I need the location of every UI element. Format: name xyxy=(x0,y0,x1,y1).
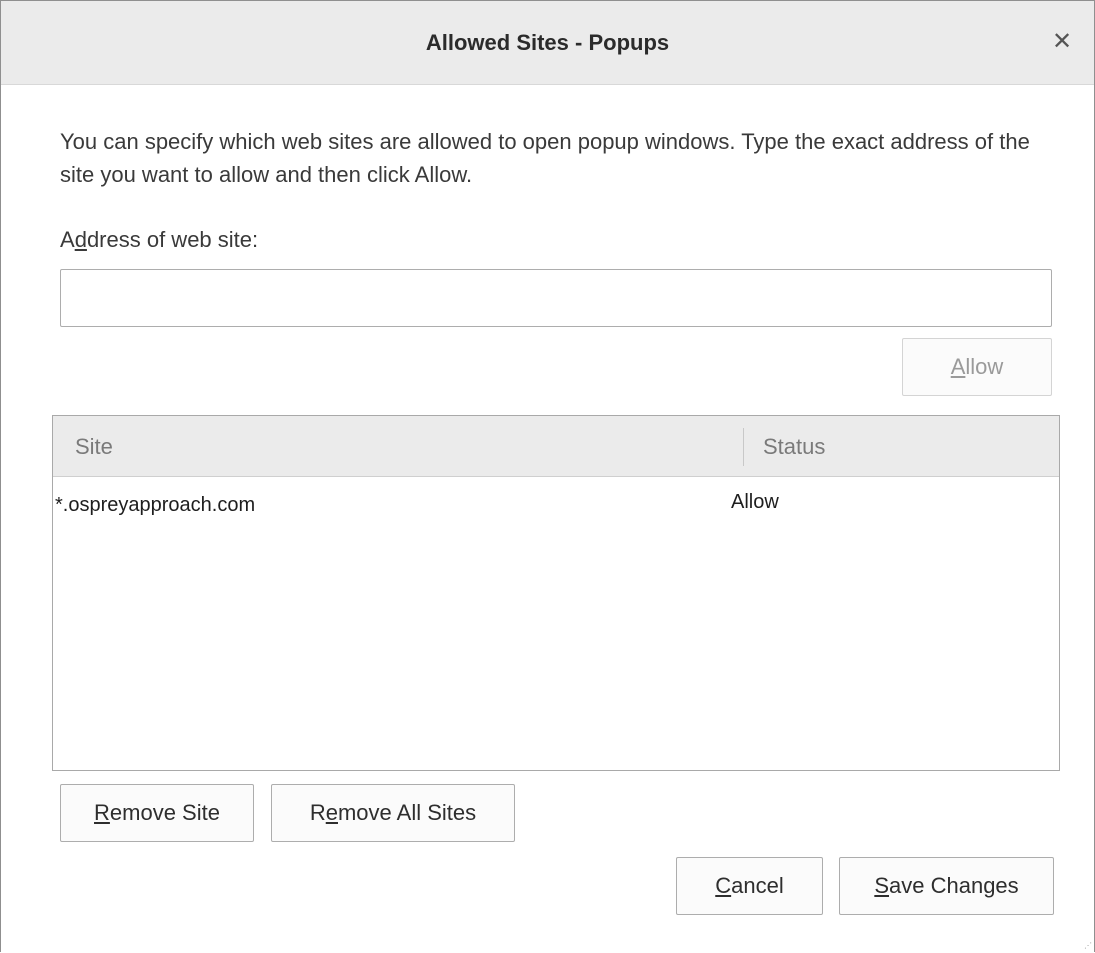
close-icon[interactable]: ✕ xyxy=(1044,23,1080,59)
save-changes-button[interactable]: Save Changes xyxy=(839,857,1054,915)
remove-site-label: emove Site xyxy=(109,800,220,825)
remove-all-label: move All Sites xyxy=(337,800,477,825)
allow-button-label: llow xyxy=(965,354,1004,379)
address-label-mnemonic: d xyxy=(74,227,87,252)
remove-site-button[interactable]: Remove Site xyxy=(60,784,254,842)
remove-all-mnemonic: e xyxy=(325,800,338,825)
save-mnemonic: S xyxy=(874,873,890,898)
site-cell: *.ospreyapproach.com xyxy=(55,494,256,516)
allow-button[interactable]: Allow xyxy=(902,338,1052,396)
remove-site-mnemonic: R xyxy=(94,800,110,825)
address-input[interactable] xyxy=(60,269,1052,327)
cancel-label: ancel xyxy=(731,873,784,898)
dialog-title: Allowed Sites - Popups xyxy=(425,30,670,55)
address-label-suffix: dress of web site: xyxy=(86,227,259,252)
remove-all-sites-button[interactable]: Remove All Sites xyxy=(271,784,515,842)
sites-table[interactable]: Site Status *.ospreyapproach.com Allow xyxy=(52,415,1060,771)
address-label-prefix: A xyxy=(60,227,75,252)
allowed-sites-dialog: Allowed Sites - Popups ✕ You can specify… xyxy=(0,0,1095,952)
dialog-description: You can specify which web sites are allo… xyxy=(60,129,1030,187)
dialog-titlebar: Allowed Sites - Popups ✕ xyxy=(1,1,1094,85)
status-cell: Allow xyxy=(731,491,779,513)
resize-grip-icon[interactable]: ⋰ xyxy=(1084,942,1092,950)
allow-button-mnemonic: A xyxy=(950,354,966,379)
cancel-button[interactable]: Cancel xyxy=(676,857,823,915)
remove-all-prefix: R xyxy=(309,800,326,825)
address-label: Address of web site: xyxy=(60,227,258,253)
table-row[interactable]: *.ospreyapproach.com Allow xyxy=(53,416,1059,516)
save-label: ave Changes xyxy=(889,873,1019,898)
cancel-mnemonic: C xyxy=(715,873,732,898)
